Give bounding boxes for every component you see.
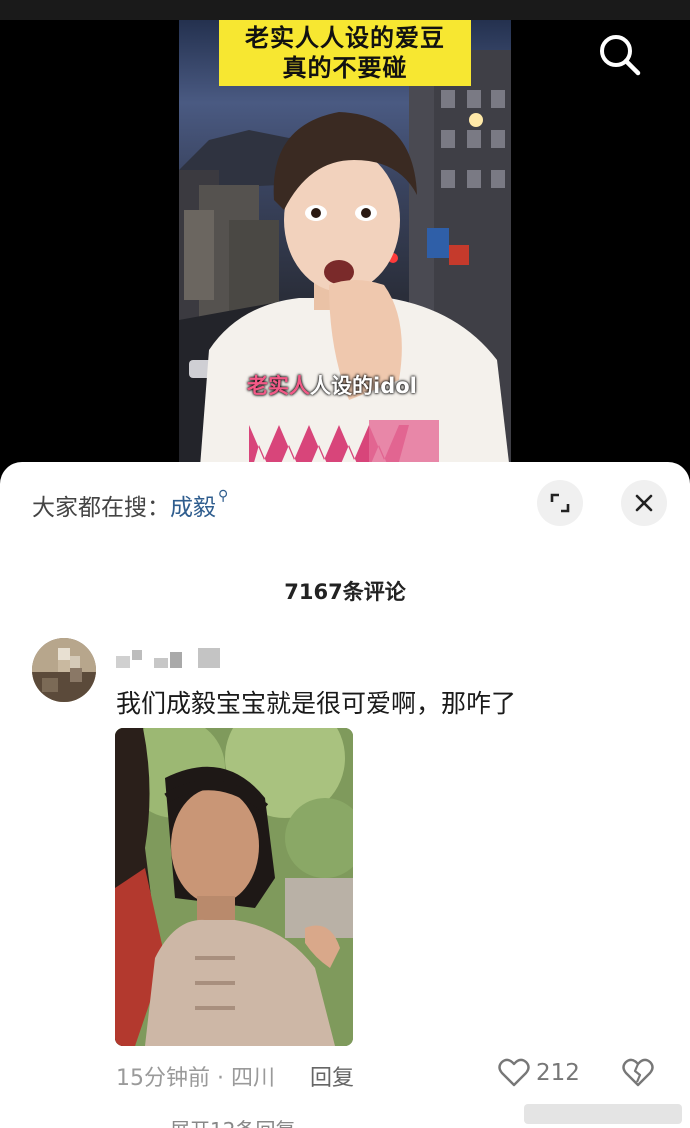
expand-button[interactable]: [537, 480, 583, 526]
comment-photo-image: [115, 728, 353, 1046]
comment-count: 7167条评论: [284, 580, 406, 604]
dislike-button[interactable]: [622, 1058, 654, 1092]
comment-time: 15分钟前: [116, 1066, 210, 1091]
username-blurred[interactable]: [116, 648, 224, 670]
like-button[interactable]: 212: [498, 1058, 580, 1088]
video-subtitle-text: 人设的idol: [310, 374, 417, 398]
video-frame[interactable]: 老实人人设的爱豆 真的不要碰 老实人人设的idol: [179, 20, 511, 480]
comment-meta: 15分钟前 · 四川 回复: [116, 1060, 354, 1092]
reply-button[interactable]: 回复: [310, 1066, 354, 1091]
search-button[interactable]: [597, 32, 643, 78]
broken-heart-icon: [622, 1058, 654, 1087]
meta-separator: ·: [217, 1066, 231, 1091]
comment-location: 四川: [231, 1066, 276, 1091]
video-scene: [179, 50, 511, 480]
comment-text: 我们成毅宝宝就是很可爱啊，那咋了: [116, 689, 517, 718]
expand-icon: [550, 493, 570, 513]
small-search-icon: ⚲: [218, 488, 229, 504]
hot-search-bar[interactable]: 大家都在搜：成毅 ⚲: [32, 488, 228, 522]
video-title-banner: 老实人人设的爱豆 真的不要碰: [219, 20, 471, 86]
status-bar: [0, 0, 690, 20]
chevron-down-icon: ⌄: [302, 1118, 319, 1128]
comment-photo[interactable]: [115, 728, 353, 1046]
video-player[interactable]: 老实人人设的爱豆 真的不要碰 老实人人设的idol: [0, 0, 690, 480]
hot-search-term[interactable]: 成毅: [170, 495, 216, 521]
search-icon: [600, 35, 641, 76]
watermark: [524, 1104, 682, 1124]
like-count: 212: [536, 1060, 580, 1086]
video-subtitle-highlight: 老实人: [247, 374, 310, 398]
expand-replies-link[interactable]: 展开12条回复 ⌄: [170, 1114, 319, 1128]
heart-icon: [498, 1058, 530, 1087]
close-button[interactable]: [621, 480, 667, 526]
close-icon: [635, 494, 653, 512]
video-subtitle: 老实人人设的idol: [247, 370, 417, 400]
comment-sheet: 大家都在搜：成毅 ⚲ 7167条评论 我们成毅宝宝就是很可爱啊，那咋了 15分钟…: [0, 462, 690, 1128]
avatar-image: [32, 638, 96, 702]
hot-search-label: 大家都在搜：: [32, 495, 170, 521]
expand-replies-label: 展开12条回复: [170, 1118, 295, 1128]
avatar[interactable]: [32, 638, 96, 702]
video-title-line2: 真的不要碰: [282, 54, 408, 82]
video-title-line1: 老实人人设的爱豆: [245, 24, 445, 52]
